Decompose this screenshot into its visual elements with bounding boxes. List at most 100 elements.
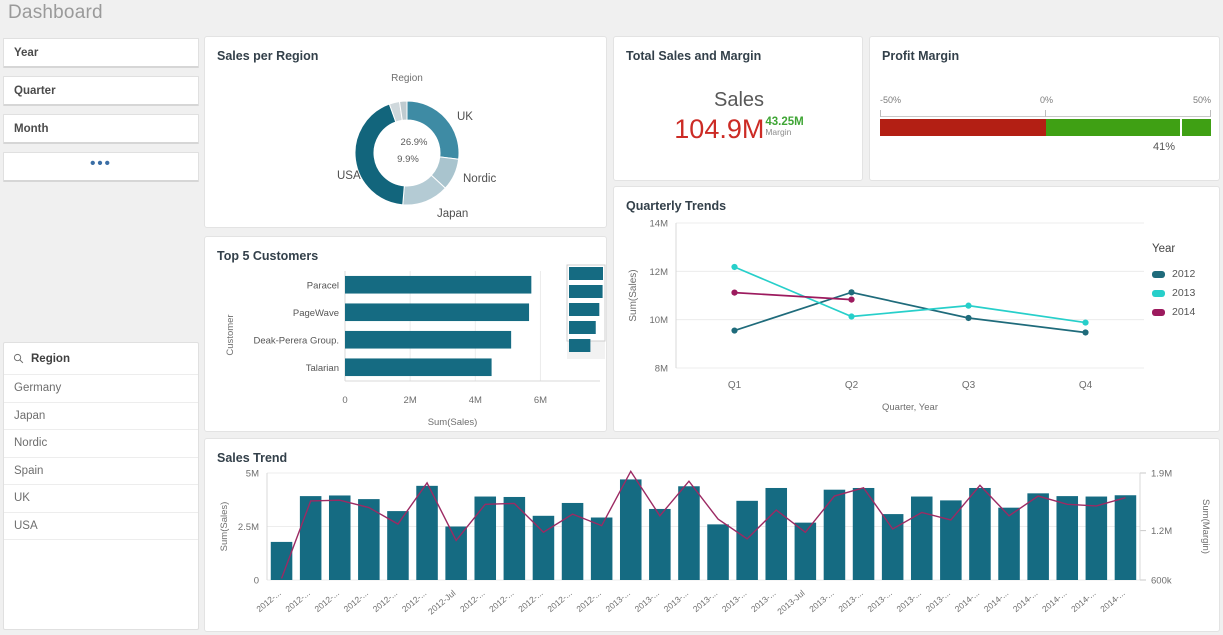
svg-text:UK: UK xyxy=(457,111,473,123)
svg-text:2013-...: 2013-... xyxy=(720,588,749,614)
svg-text:Deak-Perera Group.: Deak-Perera Group. xyxy=(253,335,339,346)
filter-button-label: Quarter xyxy=(14,85,56,97)
svg-text:2014-...: 2014-... xyxy=(953,588,982,614)
filter-button-quarter[interactable]: Quarter xyxy=(3,76,199,106)
svg-text:2013-...: 2013-... xyxy=(662,588,691,614)
svg-text:2012-...: 2012-... xyxy=(254,588,283,614)
gauge-tick-max: 50% xyxy=(1193,95,1211,105)
svg-text:2.5M: 2.5M xyxy=(238,522,259,533)
kpi-values-row: 104.9M 43.25M Margin xyxy=(674,116,803,143)
svg-text:2012-...: 2012-... xyxy=(516,588,545,614)
card-sales-trend: Sales Trend Sum(Sales)Sum(Margin)02.5M5M… xyxy=(204,438,1220,632)
list-item[interactable]: USA xyxy=(4,513,198,541)
svg-text:600k: 600k xyxy=(1151,576,1172,587)
svg-text:2012-...: 2012-... xyxy=(313,588,342,614)
card-profit-margin: Profit Margin -50% 0% 50% 41% xyxy=(869,36,1220,181)
svg-text:Paracel: Paracel xyxy=(307,280,339,291)
card-top-5-customers: Top 5 Customers Customer02M4M6MParacelPa… xyxy=(204,236,607,432)
gauge-tick-mark xyxy=(880,110,881,117)
svg-text:2012-...: 2012-... xyxy=(545,588,574,614)
svg-text:Customer: Customer xyxy=(225,314,236,355)
list-item-label: USA xyxy=(14,520,38,532)
gauge-tick-mark xyxy=(1045,110,1046,117)
filter-button-label: Year xyxy=(14,47,38,59)
gauge-segment-positive xyxy=(1046,119,1212,136)
svg-text:8M: 8M xyxy=(655,364,668,375)
svg-text:2013-...: 2013-... xyxy=(749,588,778,614)
list-item[interactable]: Nordic xyxy=(4,430,198,458)
svg-text:2013-...: 2013-... xyxy=(633,588,662,614)
filter-rail: Year Quarter Month ••• xyxy=(3,38,199,190)
listbox-header[interactable]: Region xyxy=(4,343,198,375)
card-quarterly-trends: Quarterly Trends Sum(Sales)8M10M12M14MQ1… xyxy=(613,186,1220,432)
svg-text:2012-...: 2012-... xyxy=(400,588,429,614)
list-item[interactable]: Germany xyxy=(4,375,198,403)
sales-trend-chart[interactable]: Sum(Sales)Sum(Margin)02.5M5M600k1.2M1.9M… xyxy=(205,465,1221,633)
filter-button-year[interactable]: Year xyxy=(3,38,199,68)
kpi-primary-value: 104.9M xyxy=(674,116,764,143)
svg-text:4M: 4M xyxy=(469,395,482,406)
svg-text:26.9%: 26.9% xyxy=(401,137,428,148)
svg-text:Q4: Q4 xyxy=(1079,380,1093,391)
legend-item-2014[interactable]: 2014 xyxy=(1152,306,1195,318)
kpi-secondary-block: 43.25M Margin xyxy=(765,116,803,137)
kpi-secondary-label: Margin xyxy=(765,128,791,137)
top-customers-chart[interactable]: Customer02M4M6MParacelPageWaveDeak-Perer… xyxy=(205,263,608,433)
svg-text:2013-Jul: 2013-Jul xyxy=(775,588,806,617)
svg-text:2014-...: 2014-... xyxy=(1069,588,1098,614)
list-item[interactable]: Japan xyxy=(4,403,198,431)
gauge-value-marker xyxy=(1180,119,1182,136)
quarterly-trends-chart[interactable]: Sum(Sales)8M10M12M14MQ1Q2Q3Q4Quarter, Ye… xyxy=(614,213,1221,433)
card-title: Profit Margin xyxy=(882,49,959,63)
legend-label: 2013 xyxy=(1172,287,1195,299)
gauge-value-label: 41% xyxy=(1153,141,1175,153)
page-title: Dashboard xyxy=(8,2,103,24)
list-item-label: Nordic xyxy=(14,437,47,449)
listbox-empty-area xyxy=(4,540,198,629)
legend-item-2013[interactable]: 2013 xyxy=(1152,287,1195,299)
listbox-title: Region xyxy=(31,353,70,365)
card-title: Sales per Region xyxy=(217,49,318,63)
legend-marker xyxy=(1152,271,1165,278)
gauge-segment-negative xyxy=(880,119,1046,136)
gauge-bar[interactable] xyxy=(880,119,1211,136)
svg-text:6M: 6M xyxy=(534,395,547,406)
card-title: Top 5 Customers xyxy=(217,249,318,263)
legend-title: Year xyxy=(1152,243,1175,255)
svg-text:2012-...: 2012-... xyxy=(283,588,312,614)
card-sales-per-region: Sales per Region RegionUKNordicJapanUSA2… xyxy=(204,36,607,228)
svg-text:9.9%: 9.9% xyxy=(397,154,419,165)
svg-text:2012-...: 2012-... xyxy=(487,588,516,614)
list-item-label: UK xyxy=(14,492,30,504)
svg-text:Quarter, Year: Quarter, Year xyxy=(882,402,938,413)
svg-text:14M: 14M xyxy=(650,219,669,230)
filter-button-more[interactable]: ••• xyxy=(3,152,199,182)
region-listbox: Region Germany Japan Nordic Spain UK USA xyxy=(3,342,199,630)
legend-label: 2012 xyxy=(1172,268,1195,280)
donut-chart[interactable]: RegionUKNordicJapanUSA26.9%9.9% xyxy=(205,65,608,229)
legend-label: 2014 xyxy=(1172,306,1195,318)
svg-text:2012-...: 2012-... xyxy=(371,588,400,614)
svg-text:2012-...: 2012-... xyxy=(574,588,603,614)
svg-text:Q3: Q3 xyxy=(962,380,976,391)
card-title: Total Sales and Margin xyxy=(626,49,761,63)
svg-text:2012-...: 2012-... xyxy=(458,588,487,614)
svg-text:Sum(Margin): Sum(Margin) xyxy=(1200,499,1211,554)
filter-button-month[interactable]: Month xyxy=(3,114,199,144)
svg-text:Region: Region xyxy=(391,73,423,84)
svg-text:2012-...: 2012-... xyxy=(342,588,371,614)
dashboard-page: Dashboard Year Quarter Month ••• Region … xyxy=(0,0,1223,635)
svg-text:2013-...: 2013-... xyxy=(836,588,865,614)
gauge-tick-mark xyxy=(1210,110,1211,117)
svg-text:2013-...: 2013-... xyxy=(807,588,836,614)
svg-text:Q1: Q1 xyxy=(728,380,742,391)
svg-text:2014-...: 2014-... xyxy=(1011,588,1040,614)
gauge-tick-mid: 0% xyxy=(1040,95,1053,105)
legend-item-2012[interactable]: 2012 xyxy=(1152,268,1195,280)
list-item[interactable]: UK xyxy=(4,485,198,513)
list-item-label: Japan xyxy=(14,410,45,422)
svg-text:5M: 5M xyxy=(246,469,259,480)
svg-text:1.2M: 1.2M xyxy=(1151,526,1172,537)
list-item[interactable]: Spain xyxy=(4,458,198,486)
card-title: Quarterly Trends xyxy=(626,199,726,213)
